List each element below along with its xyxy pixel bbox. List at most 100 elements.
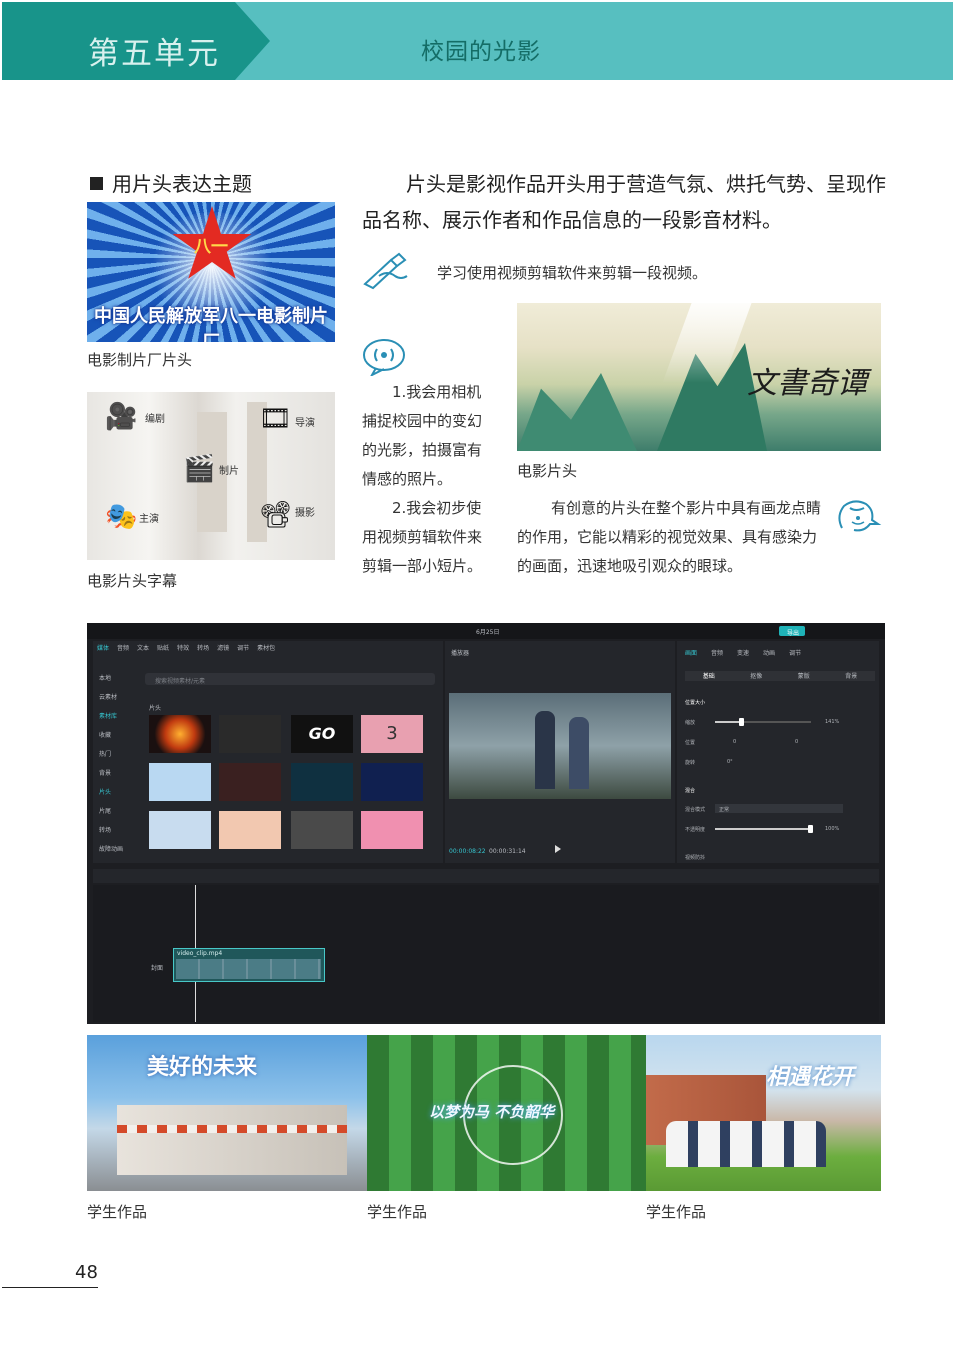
page-number-rule bbox=[2, 1287, 98, 1288]
note-paragraph: 有创意的片头在整个影片中具有画龙点睛的作用，它能以精彩的视觉效果、具有感染力的画… bbox=[517, 499, 822, 575]
props-tab[interactable]: 变速 bbox=[737, 648, 749, 657]
intro-thumb-countdown[interactable]: 3 bbox=[361, 715, 423, 753]
blend-mode-select[interactable]: 正常 bbox=[715, 804, 843, 813]
intro-thumb-neon[interactable] bbox=[291, 763, 353, 801]
work-title: 以梦为马 不负韶华 bbox=[429, 1103, 555, 1121]
tool-transition[interactable]: 转场 bbox=[197, 643, 209, 657]
prop-scale-label: 缩放 bbox=[685, 720, 696, 726]
timeline-clip[interactable]: video_clip.mp4 bbox=[173, 948, 325, 982]
intro-thumb-gray[interactable] bbox=[291, 811, 353, 849]
media-search-input[interactable]: 搜索视频素材/元素 bbox=[145, 673, 435, 685]
work-1-caption: 学生作品 bbox=[87, 1203, 148, 1221]
props-subtab[interactable]: 蒙版 bbox=[798, 671, 810, 681]
work-3-caption: 学生作品 bbox=[646, 1203, 707, 1221]
side-menu-item[interactable]: 云素材 bbox=[99, 692, 139, 711]
tool-package[interactable]: 素材包 bbox=[257, 643, 275, 657]
side-menu-item[interactable]: 片尾 bbox=[99, 806, 139, 825]
student-figure bbox=[569, 717, 589, 789]
prop-pos-x[interactable]: 0 bbox=[733, 739, 736, 745]
intro-thumb-pink[interactable] bbox=[361, 811, 423, 849]
pen-hand-icon bbox=[361, 250, 411, 290]
prop-blend-mode-label: 混合模式 bbox=[685, 807, 706, 813]
clip-name: video_clip.mp4 bbox=[177, 950, 223, 957]
props-tab[interactable]: 调节 bbox=[789, 648, 801, 657]
media-side-menu: 本地 云素材 素材库 收藏 热门 背景 片头 片尾 转场 故障动画 bbox=[99, 673, 139, 863]
unit-label: 第五单元 bbox=[88, 36, 220, 72]
prop-pos-y[interactable]: 0 bbox=[795, 739, 798, 745]
media-group-label: 片头 bbox=[149, 705, 162, 712]
bayi-caption: 电影制片厂片头 bbox=[87, 351, 193, 369]
student-work-3: 相遇花开 bbox=[646, 1035, 881, 1191]
side-menu-item[interactable]: 素材库 bbox=[99, 711, 139, 730]
props-subtab[interactable]: 背景 bbox=[845, 671, 857, 681]
intro-thumb-colorful[interactable] bbox=[219, 811, 281, 849]
prop-blend: 混合 bbox=[685, 788, 696, 794]
side-menu-item[interactable]: 片头 bbox=[99, 787, 139, 806]
time-current: 00:00:08:22 bbox=[449, 848, 486, 855]
player-label: 播放器 bbox=[451, 650, 470, 657]
scale-slider[interactable] bbox=[715, 718, 811, 726]
credit-label: 主演 bbox=[139, 514, 159, 525]
prop-rotate-value[interactable]: 0° bbox=[727, 759, 733, 765]
prop-stabilize[interactable]: 视频防抖 bbox=[685, 854, 705, 861]
props-subtab[interactable]: 基础 bbox=[703, 671, 715, 681]
prop-scale-value[interactable]: 141% bbox=[825, 719, 839, 725]
tool-audio[interactable]: 音频 bbox=[117, 643, 129, 657]
tool-adjust[interactable]: 调节 bbox=[237, 643, 249, 657]
credit-label: 编剧 bbox=[145, 414, 165, 425]
subtitle-caption: 电影片头字幕 bbox=[87, 572, 178, 590]
student-figure bbox=[535, 711, 555, 789]
tool-media[interactable]: 媒体 bbox=[97, 643, 109, 657]
props-subtab[interactable]: 抠像 bbox=[750, 671, 762, 681]
props-tab[interactable]: 音频 bbox=[711, 648, 723, 657]
opacity-slider[interactable] bbox=[715, 825, 813, 833]
tool-text[interactable]: 文本 bbox=[137, 643, 149, 657]
props-tab[interactable]: 画面 bbox=[685, 648, 697, 657]
thinking-face-icon bbox=[834, 498, 882, 534]
tool-filter[interactable]: 滤镜 bbox=[217, 643, 229, 657]
tool-sticker[interactable]: 贴纸 bbox=[157, 643, 169, 657]
props-tabs: 画面 音频 变速 动画 调节 bbox=[685, 648, 875, 657]
intro-thumb-blue[interactable] bbox=[361, 763, 423, 801]
tool-effects[interactable]: 特效 bbox=[177, 643, 189, 657]
intro-thumb-film[interactable] bbox=[219, 763, 281, 801]
media-toolbar: 媒体 音频 文本 贴纸 特效 转场 滤镜 调节 素材包 bbox=[97, 643, 437, 657]
work-title: 美好的未来 bbox=[147, 1054, 258, 1080]
intro-thumb-fire[interactable] bbox=[149, 715, 211, 753]
film-strip-icon: 🎞 bbox=[259, 404, 293, 434]
side-menu-item[interactable]: 背景 bbox=[99, 768, 139, 787]
side-menu-item[interactable]: 热门 bbox=[99, 749, 139, 768]
video-editor-screenshot: 6月25日 导出 媒体 音频 文本 贴纸 特效 转场 滤镜 调节 素材包 本地 … bbox=[87, 623, 885, 1024]
side-menu-item[interactable]: 故障动画 bbox=[99, 844, 139, 863]
side-menu-item[interactable]: 转场 bbox=[99, 825, 139, 844]
scale-slider-handle[interactable] bbox=[739, 718, 744, 726]
side-menu-item[interactable]: 本地 bbox=[99, 673, 139, 692]
student-work-2: 以梦为马 不负韶华 bbox=[367, 1035, 646, 1191]
goal-2: 2.我会初步使用视频剪辑软件来剪辑一部小短片。 bbox=[362, 499, 483, 575]
intro-thumb-clapper[interactable] bbox=[219, 715, 281, 753]
work-2-caption: 学生作品 bbox=[367, 1203, 428, 1221]
prop-opacity-label: 不透明度 bbox=[685, 827, 706, 833]
goal-1: 1.我会用相机捕捉校园中的变幻的光影，拍摄富有情感的照片。 bbox=[362, 383, 483, 488]
export-button[interactable]: 导出 bbox=[779, 626, 805, 637]
props-subtabs: 基础 抠像 蒙版 背景 bbox=[685, 671, 875, 681]
blend-mode-value: 正常 bbox=[719, 807, 730, 813]
mountain-shape bbox=[517, 373, 637, 451]
prop-rotate-label: 旋转 bbox=[685, 760, 696, 766]
side-menu-item[interactable]: 收藏 bbox=[99, 730, 139, 749]
intro-thumb-cartoon[interactable] bbox=[149, 763, 211, 801]
player-video-frame[interactable] bbox=[449, 693, 671, 799]
prop-opacity-value[interactable]: 100% bbox=[825, 826, 839, 832]
intro-thumb-go[interactable]: GO bbox=[291, 715, 353, 753]
star-emblem-text: 八一 bbox=[194, 237, 228, 257]
school-building bbox=[117, 1105, 347, 1175]
play-icon[interactable] bbox=[555, 845, 561, 853]
chapter-title: 校园的光影 bbox=[421, 39, 541, 65]
opacity-slider-handle[interactable] bbox=[808, 825, 813, 833]
props-tab[interactable]: 动画 bbox=[763, 648, 775, 657]
square-bullet-icon bbox=[90, 177, 103, 190]
intro-thumb-sky[interactable] bbox=[149, 811, 211, 849]
scale-slider-fill bbox=[715, 721, 741, 723]
guochao-title-text: 文書奇谭 bbox=[747, 366, 867, 401]
section-title-text: 用片头表达主题 bbox=[112, 172, 252, 196]
